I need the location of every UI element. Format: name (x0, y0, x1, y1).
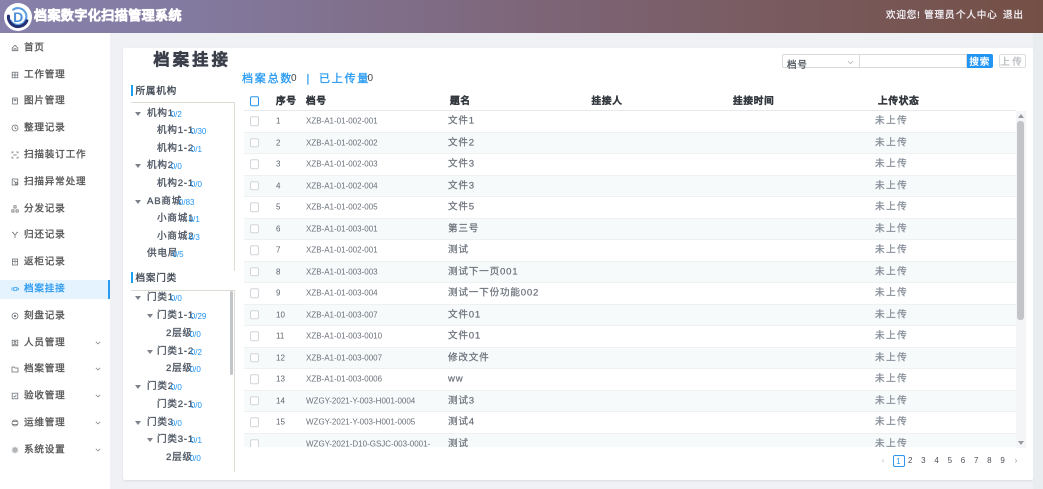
svg-text:D: D (13, 8, 23, 24)
